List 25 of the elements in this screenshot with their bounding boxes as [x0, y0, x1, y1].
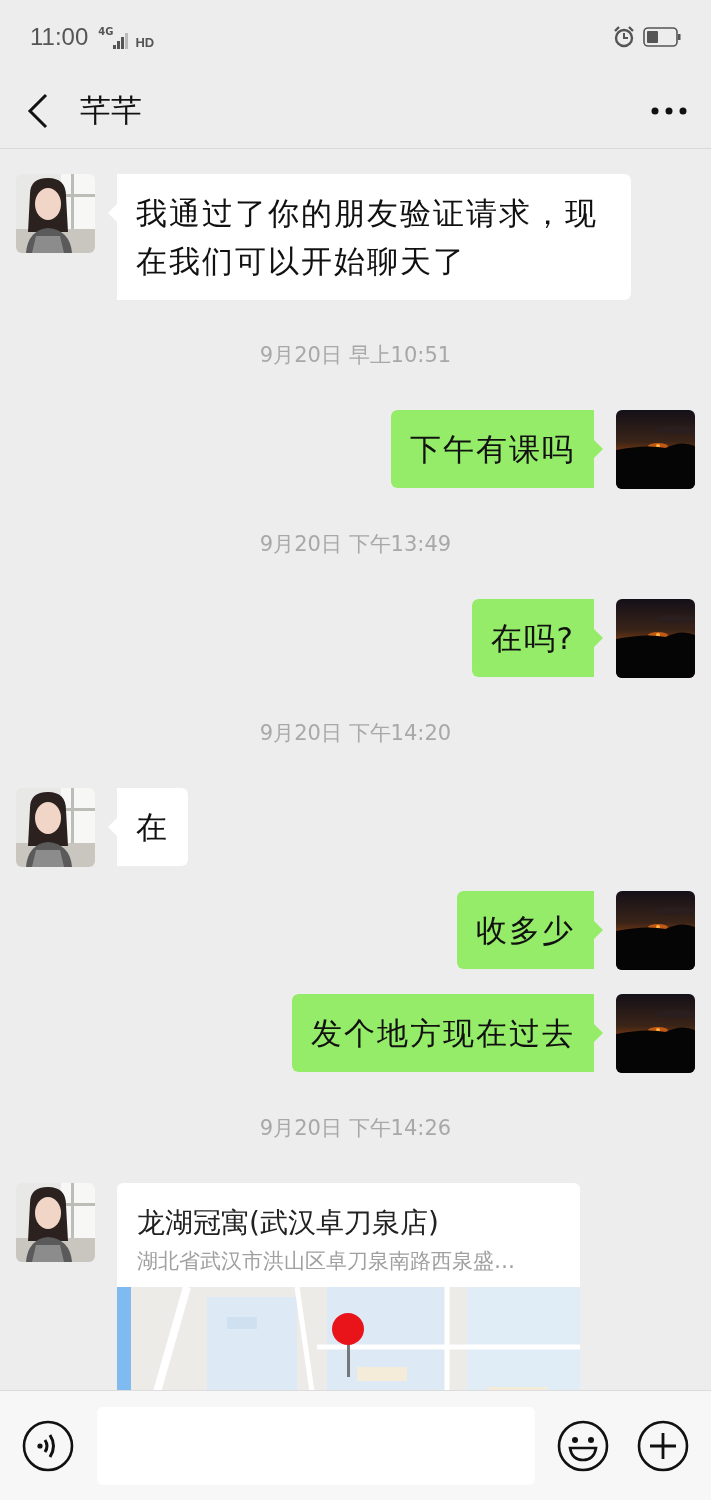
- add-icon[interactable]: [637, 1419, 689, 1472]
- signal-icon: [113, 33, 130, 49]
- message-bubble: 在吗?: [471, 599, 603, 677]
- more-icon[interactable]: [651, 106, 687, 116]
- message-bubble: 发个地方现在过去: [292, 994, 603, 1072]
- location-address: 湖北省武汉市洪山区卓刀泉南路西泉盛…: [136, 1248, 516, 1275]
- timestamp: 9月20日 早上10:51: [259, 343, 452, 367]
- battery-icon: [643, 27, 681, 47]
- alarm-icon: [613, 26, 635, 48]
- back-icon[interactable]: [26, 93, 50, 129]
- hd-label: HD: [135, 34, 155, 50]
- emoji-icon[interactable]: [557, 1419, 609, 1472]
- voice-icon[interactable]: [22, 1419, 74, 1472]
- network-label: 4G: [98, 26, 114, 37]
- timestamp: 9月20日 下午13:49: [259, 532, 452, 556]
- location-card[interactable]: 龙湖冠寓(武汉卓刀泉店) 湖北省武汉市洪山区卓刀泉南路西泉盛…: [117, 1183, 580, 1390]
- chat-title: 芊芊: [80, 91, 143, 130]
- timestamp: 9月20日 下午14:26: [259, 1116, 452, 1140]
- message-bubble: 我通过了你的朋友验证请求，现在我们可以开始聊天了: [108, 174, 631, 300]
- status-time: 11:00: [30, 23, 89, 51]
- timestamp: 9月20日 下午14:20: [259, 721, 452, 745]
- location-title: 龙湖冠寓(武汉卓刀泉店): [136, 1205, 440, 1241]
- message-bubble: 在: [108, 788, 188, 866]
- message-bubble: 下午有课吗: [391, 410, 603, 488]
- message-bubble: 收多少: [457, 891, 603, 969]
